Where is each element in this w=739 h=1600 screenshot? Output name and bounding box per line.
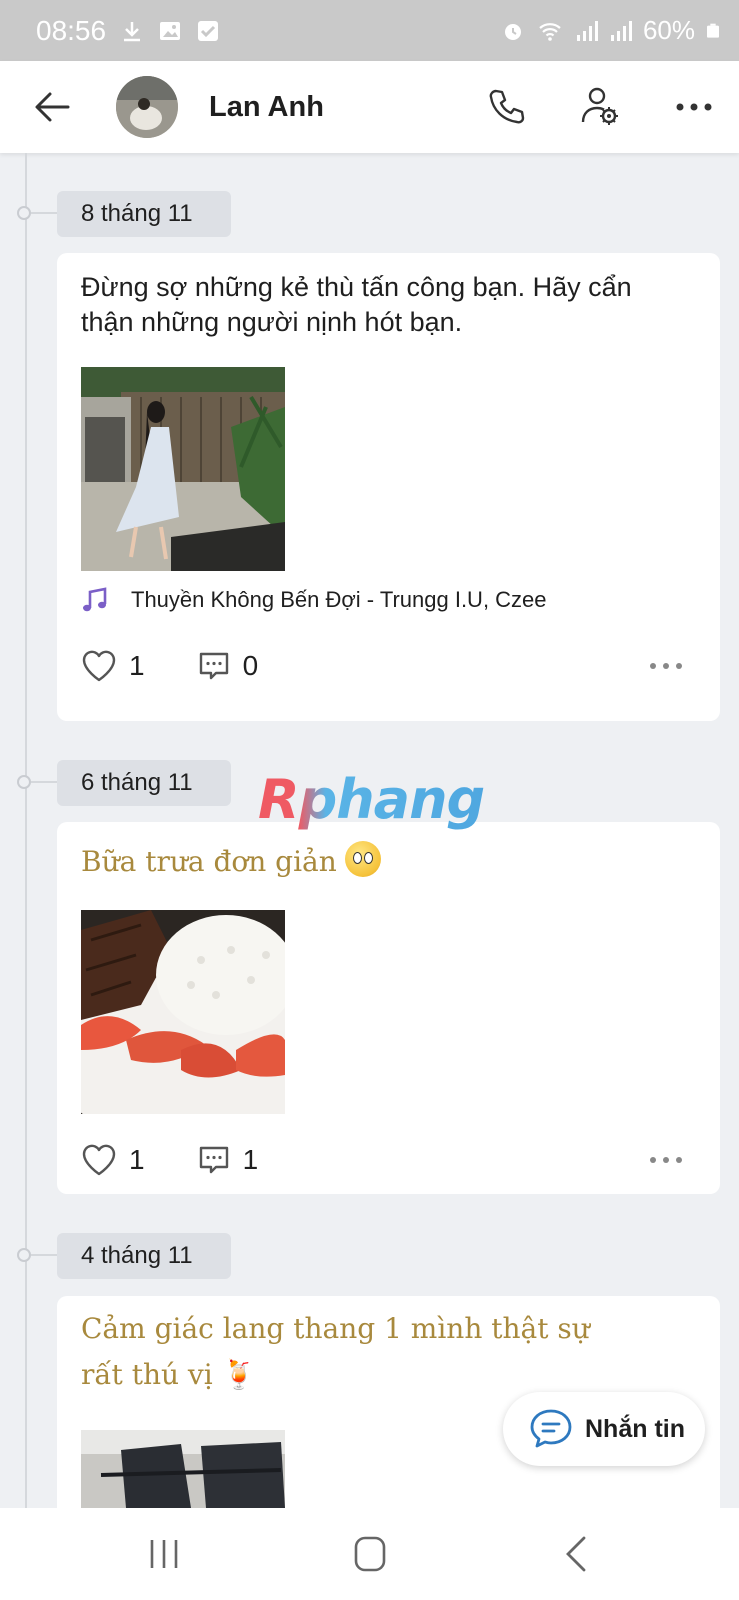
timeline-tick	[31, 1254, 58, 1256]
post-card[interactable]: Bữa trưa đơn giản 1 1	[57, 822, 720, 1194]
music-row[interactable]: Thuyền Không Bến Đợi - Trungg I.U, Czee	[81, 586, 547, 614]
post-more-button[interactable]	[646, 1140, 686, 1180]
back-arrow-icon[interactable]	[30, 85, 74, 129]
post-text: Bữa trưa đơn giản	[81, 839, 381, 885]
date-chip: 6 tháng 11	[57, 760, 231, 806]
battery-percent: 60%	[642, 15, 695, 45]
like-count: 1	[129, 1144, 145, 1175]
home-icon[interactable]	[348, 1534, 392, 1574]
music-title: Thuyền Không Bến Đợi - Trungg I.U, Czee	[131, 587, 547, 612]
comment-button[interactable]: 1	[197, 1143, 259, 1177]
post-photo[interactable]	[81, 367, 285, 571]
chat-bubble-icon	[530, 1409, 572, 1448]
wifi-icon	[539, 22, 561, 41]
post-text-line: Đừng sợ những kẻ thù tấn công bạn. Hãy c…	[81, 272, 632, 302]
date-chip: 4 tháng 11	[57, 1233, 231, 1279]
like-button[interactable]: 1	[81, 1143, 145, 1177]
timeline-dot	[17, 1248, 31, 1262]
like-button[interactable]: 1	[81, 649, 145, 683]
post-card[interactable]: Đừng sợ những kẻ thù tấn công bạn. Hãy c…	[57, 253, 720, 721]
post-more-button[interactable]	[646, 646, 686, 686]
recent-apps-icon[interactable]	[142, 1534, 186, 1574]
heart-icon	[82, 1144, 116, 1176]
post-text-line: rất thú vị 🍹	[81, 1358, 257, 1391]
watermark-logo: Rphang	[258, 768, 485, 831]
post-text: Cảm giác lang thang 1 mình thật sự rất t…	[81, 1306, 590, 1398]
timeline-line	[25, 153, 27, 1508]
comment-count: 0	[242, 650, 259, 681]
post-actions: 1 1	[81, 1140, 696, 1180]
more-icon	[650, 1157, 682, 1163]
check-icon	[198, 20, 219, 41]
post-photo[interactable]	[81, 910, 285, 1114]
comment-icon	[199, 1146, 228, 1174]
post-text-line: thận những người nịnh hót bạn.	[81, 307, 463, 337]
status-bar: 08:56 60%	[0, 0, 739, 61]
more-icon	[650, 663, 682, 669]
post-text-line: Cảm giác lang thang 1 mình thật sự	[81, 1312, 590, 1345]
back-nav-icon[interactable]	[556, 1534, 600, 1574]
comment-icon	[199, 652, 228, 680]
signal-icon-2	[610, 20, 632, 41]
date-chip: 8 tháng 11	[57, 191, 231, 237]
music-note-icon	[83, 587, 107, 612]
download-icon	[124, 21, 141, 41]
timeline-dot	[17, 775, 31, 789]
timeline-tick	[31, 212, 58, 214]
message-button[interactable]: Nhắn tin	[503, 1392, 705, 1466]
contact-name[interactable]: Lan Anh	[209, 91, 324, 124]
comment-count: 1	[242, 1144, 259, 1175]
post-text: Đừng sợ những kẻ thù tấn công bạn. Hãy c…	[81, 270, 632, 340]
system-nav-bar	[0, 1508, 739, 1600]
signal-icon	[576, 20, 598, 41]
status-time: 08:56	[36, 14, 107, 46]
post-actions: 1 0	[81, 646, 696, 686]
phone-icon[interactable]	[484, 85, 528, 129]
heart-icon	[82, 650, 116, 682]
message-button-label: Nhắn tin	[585, 1414, 685, 1443]
avatar[interactable]	[116, 76, 178, 138]
user-settings-icon[interactable]	[578, 85, 622, 129]
post-text-line: Bữa trưa đơn giản	[81, 845, 337, 878]
post-photo[interactable]	[81, 1430, 285, 1508]
timeline-dot	[17, 206, 31, 220]
like-count: 1	[129, 650, 145, 681]
battery-icon	[707, 23, 719, 38]
comment-button[interactable]: 0	[197, 649, 259, 683]
chat-header: Lan Anh	[0, 61, 739, 153]
gallery-icon	[160, 21, 181, 40]
smile-emoji-icon	[344, 841, 381, 877]
more-icon[interactable]	[672, 85, 716, 129]
timeline-tick	[31, 781, 58, 783]
alarm-icon	[504, 23, 521, 40]
